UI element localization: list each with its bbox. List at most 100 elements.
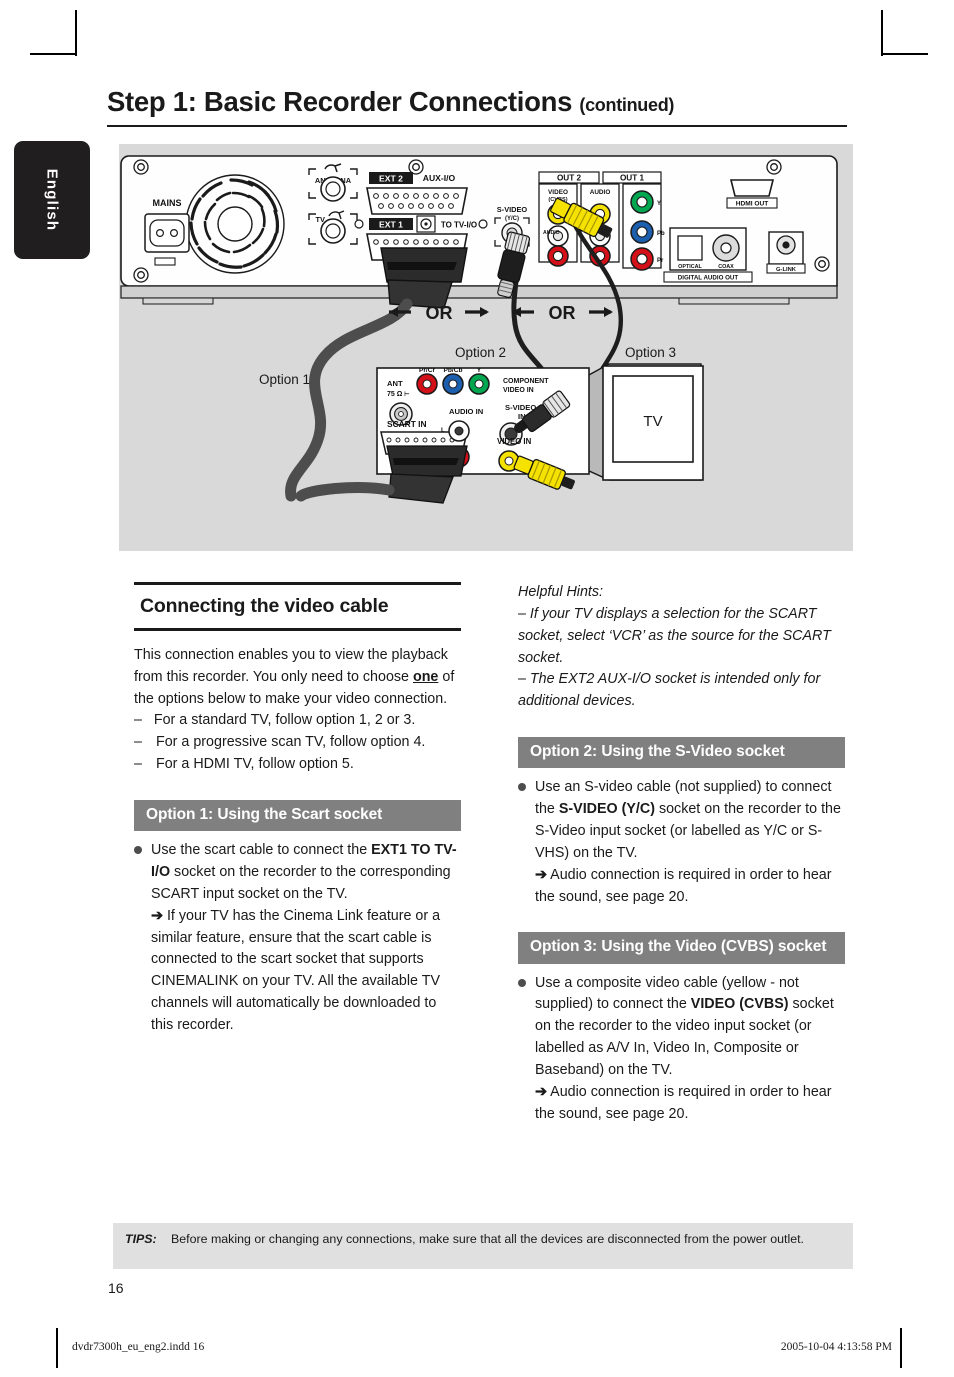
option1-paragraph-2: ➔ If your TV has the Cinema Link feature… bbox=[151, 906, 461, 1037]
label-tv-ant: ANT bbox=[387, 379, 403, 388]
hints-title: Helpful Hints: bbox=[518, 584, 604, 600]
svg-text:VIDEO IN: VIDEO IN bbox=[503, 387, 534, 394]
footer-rule-left bbox=[56, 1328, 58, 1368]
intro-emphasis: one bbox=[412, 668, 439, 685]
page-header: Step 1: Basic Recorder Connections (cont… bbox=[107, 86, 847, 127]
option2-text-c: Audio connection is required in order to… bbox=[535, 866, 832, 905]
arrow-right-icon: ➔ bbox=[535, 1083, 547, 1100]
label-aux-io: AUX-I/O bbox=[423, 173, 456, 183]
section-title: Connecting the video cable bbox=[140, 595, 389, 617]
label-comp-pr: Pr bbox=[657, 258, 664, 264]
label-digital-audio-out: DIGITAL AUDIO OUT bbox=[678, 275, 739, 282]
label-tv-screen: TV bbox=[643, 413, 662, 430]
bullet-dot-icon bbox=[518, 777, 535, 908]
dash-marker: – bbox=[134, 756, 142, 773]
footer-timestamp: 2005-10-04 4:13:58 PM bbox=[780, 1341, 892, 1353]
label-tv-component: COMPONENT bbox=[503, 378, 549, 385]
bullet-dot-icon bbox=[134, 840, 151, 1037]
page-title: Step 1: Basic Recorder Connections (cont… bbox=[107, 86, 847, 117]
label-mains: MAINS bbox=[153, 198, 182, 208]
label-coax: COAX bbox=[718, 264, 734, 270]
option3-paragraph-1: Use a composite video cable (yellow - no… bbox=[535, 973, 845, 1082]
connection-diagram: .st{stroke:#1a1a1a;fill:none} .f-w{fill:… bbox=[119, 144, 853, 551]
option2-socket-name: S-VIDEO (Y/C) bbox=[558, 801, 655, 818]
dash-item-3: – For a HDMI TV, follow option 5. bbox=[134, 754, 461, 776]
title-underline bbox=[107, 124, 847, 127]
dash-item-2: – For a progressive scan TV, follow opti… bbox=[134, 732, 461, 754]
page-title-suffix: (continued) bbox=[579, 95, 675, 115]
dash-marker: – bbox=[134, 734, 142, 751]
label-svideo-recorder: S-VIDEO bbox=[497, 205, 528, 214]
label-to-tv-io: TO TV-I/O bbox=[441, 221, 477, 230]
svg-text:(Y/C): (Y/C) bbox=[505, 216, 519, 222]
language-tab-label: English bbox=[43, 168, 61, 232]
option2-heading: Option 2: Using the S-Video socket bbox=[518, 737, 845, 769]
option2-paragraph-2: ➔ Audio connection is required in order … bbox=[535, 865, 845, 909]
dash-item-1: – For a standard TV, follow option 1, 2 … bbox=[134, 712, 416, 729]
dash-item-1-text: For a standard TV, follow option 1, 2 or… bbox=[153, 712, 416, 729]
label-tv-scart-in: SCART IN bbox=[387, 419, 427, 429]
svg-text:OR: OR bbox=[549, 303, 576, 323]
label-comp-pb: Pb bbox=[657, 231, 665, 237]
label-tv-svideo-in: S-VIDEO bbox=[505, 403, 536, 412]
tips-text: Before making or changing any connection… bbox=[171, 1232, 804, 1246]
option2-body: Use an S-video cable (not supplied) to c… bbox=[535, 777, 845, 908]
option3-heading: Option 3: Using the Video (CVBS) socket bbox=[518, 932, 845, 964]
hint-1: – If your TV displays a selection for th… bbox=[518, 605, 831, 666]
option1-text-c: If your TV has the Cinema Link feature o… bbox=[151, 907, 441, 1033]
page-title-main: Step 1: Basic Recorder Connections bbox=[107, 86, 573, 117]
label-hdmi-out: HDMI OUT bbox=[736, 201, 769, 208]
caption-option3: Option 3 bbox=[625, 345, 676, 360]
dash-item-2-text: For a progressive scan TV, follow option… bbox=[156, 734, 426, 751]
tips-box: TIPS: Before making or changing any conn… bbox=[113, 1223, 853, 1269]
language-tab: English bbox=[14, 141, 90, 259]
hint-2: – The EXT2 AUX-I/O socket is intended on… bbox=[518, 671, 821, 710]
option3-text-c: Audio connection is required in order to… bbox=[535, 1083, 832, 1122]
section-rule-bottom bbox=[134, 627, 461, 631]
option1-heading: Option 1: Using the Scart socket bbox=[134, 799, 461, 832]
left-column: Connecting the video cable This connecti… bbox=[134, 582, 461, 1037]
right-column: Helpful Hints: – If your TV displays a s… bbox=[518, 582, 845, 1126]
page-number: 16 bbox=[108, 1280, 124, 1296]
crop-mark-top-right-h bbox=[882, 53, 928, 55]
option3-paragraph-2: ➔ Audio connection is required in order … bbox=[535, 1082, 845, 1126]
label-tv-prcr: Pr/Cr bbox=[419, 367, 436, 374]
tips-label: TIPS: bbox=[125, 1232, 157, 1246]
scart-plug-recorder bbox=[380, 247, 468, 309]
arrow-right-icon: ➔ bbox=[535, 866, 547, 883]
intro-paragraph: This connection enables you to view the … bbox=[134, 645, 461, 711]
caption-option2: Option 2 bbox=[455, 345, 506, 360]
option2-paragraph-1: Use an S-video cable (not supplied) to c… bbox=[535, 777, 845, 864]
crop-mark-top-left-h bbox=[30, 53, 76, 55]
arrow-right-icon: ➔ bbox=[151, 907, 163, 924]
caption-option1: Option 1 bbox=[259, 372, 310, 387]
svg-text:OR: OR bbox=[426, 303, 453, 323]
label-tv-pbcb: Pb/Cb bbox=[443, 367, 462, 374]
option1-text-a: Use the scart cable to connect the bbox=[151, 842, 372, 859]
bullet-dot-icon bbox=[518, 973, 535, 1126]
dash-item-3-text: For a HDMI TV, follow option 5. bbox=[156, 756, 354, 773]
option3-body: Use a composite video cable (yellow - no… bbox=[535, 973, 845, 1126]
label-tv-ohm: 75 Ω ⊢ bbox=[387, 390, 410, 398]
tv-set: TV bbox=[586, 363, 704, 481]
option1-paragraph-1: Use the scart cable to connect the EXT1 … bbox=[151, 840, 461, 906]
option1-bullet: Use the scart cable to connect the EXT1 … bbox=[134, 840, 461, 1037]
label-out1: OUT 1 bbox=[620, 174, 645, 183]
label-video-cvbs: VIDEO bbox=[548, 189, 568, 196]
svg-text:EXT 1: EXT 1 bbox=[379, 220, 403, 230]
recorder-rear-panel: MAINS ANTENNA TV EXT 2 AUX-I/O bbox=[120, 155, 838, 309]
label-out2: OUT 2 bbox=[557, 174, 582, 183]
label-tv-audio-in: AUDIO IN bbox=[449, 407, 483, 416]
svg-text:EXT 2: EXT 2 bbox=[379, 174, 403, 184]
label-tv-audio-l: L bbox=[441, 427, 445, 434]
option1-text-b: socket on the recorder to the correspond… bbox=[151, 863, 451, 902]
tv-rear-panel: ANT 75 Ω ⊢ Pr/Cr Pb/Cb Y COMPONENT VIDEO… bbox=[295, 367, 590, 504]
option3-socket-name: VIDEO (CVBS) bbox=[690, 996, 789, 1013]
option2-bullet: Use an S-video cable (not supplied) to c… bbox=[518, 777, 845, 908]
crop-mark-top-left-v bbox=[75, 10, 77, 56]
or-marker-right: OR bbox=[512, 303, 613, 323]
label-audio-out1: AUDIO bbox=[590, 189, 611, 196]
crop-mark-top-right-v bbox=[881, 10, 883, 56]
label-audio-out2: AUDIO bbox=[543, 230, 560, 236]
label-comp-y: Y bbox=[657, 201, 661, 207]
